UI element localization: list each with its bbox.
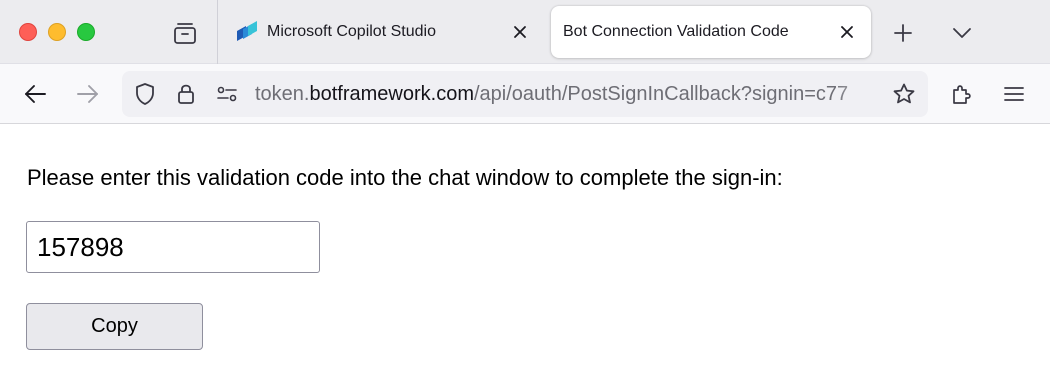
permissions-icon[interactable] [215,82,239,106]
back-arrow-icon[interactable] [18,77,52,111]
tab-tray-icon[interactable] [168,18,202,48]
tab-copilot-studio[interactable]: Microsoft Copilot Studio [224,6,544,58]
lock-icon[interactable] [174,82,198,106]
extensions-puzzle-icon[interactable] [945,77,979,111]
url-prefix: token. [255,83,310,105]
validation-code-input[interactable] [26,221,320,273]
navigation-toolbar: token.botframework.com/api/oauth/PostSig… [0,64,1050,124]
url-path: /api/oauth/PostSignInCallback?signin=c77 [473,83,849,105]
copy-button[interactable]: Copy [26,303,203,350]
tab-bot-connection-validation-code[interactable]: Bot Connection Validation Code [551,6,871,58]
window-close-button[interactable] [19,23,37,41]
copilot-studio-icon [235,20,259,44]
url-text[interactable]: token.botframework.com/api/oauth/PostSig… [255,83,885,105]
forward-arrow-icon[interactable] [71,77,105,111]
url-domain: botframework.com [309,83,474,105]
window-maximize-button[interactable] [77,23,95,41]
window-minimize-button[interactable] [48,23,66,41]
tracking-protection-shield-icon[interactable] [133,82,157,106]
close-icon[interactable] [833,18,861,46]
close-icon[interactable] [506,18,534,46]
tab-divider [217,0,218,64]
hamburger-menu-icon[interactable] [997,77,1031,111]
new-tab-plus-icon[interactable] [888,18,918,48]
chevron-down-icon[interactable] [947,18,977,48]
tab-strip: Microsoft Copilot Studio Bot Connection … [0,0,1050,64]
instruction-text: Please enter this validation code into t… [27,165,783,190]
url-bar[interactable]: token.botframework.com/api/oauth/PostSig… [122,71,928,117]
page-content: Please enter this validation code into t… [0,125,1050,369]
bookmark-star-icon[interactable] [892,82,916,106]
tab-title: Bot Connection Validation Code [563,23,789,40]
tab-title: Microsoft Copilot Studio [267,23,436,40]
